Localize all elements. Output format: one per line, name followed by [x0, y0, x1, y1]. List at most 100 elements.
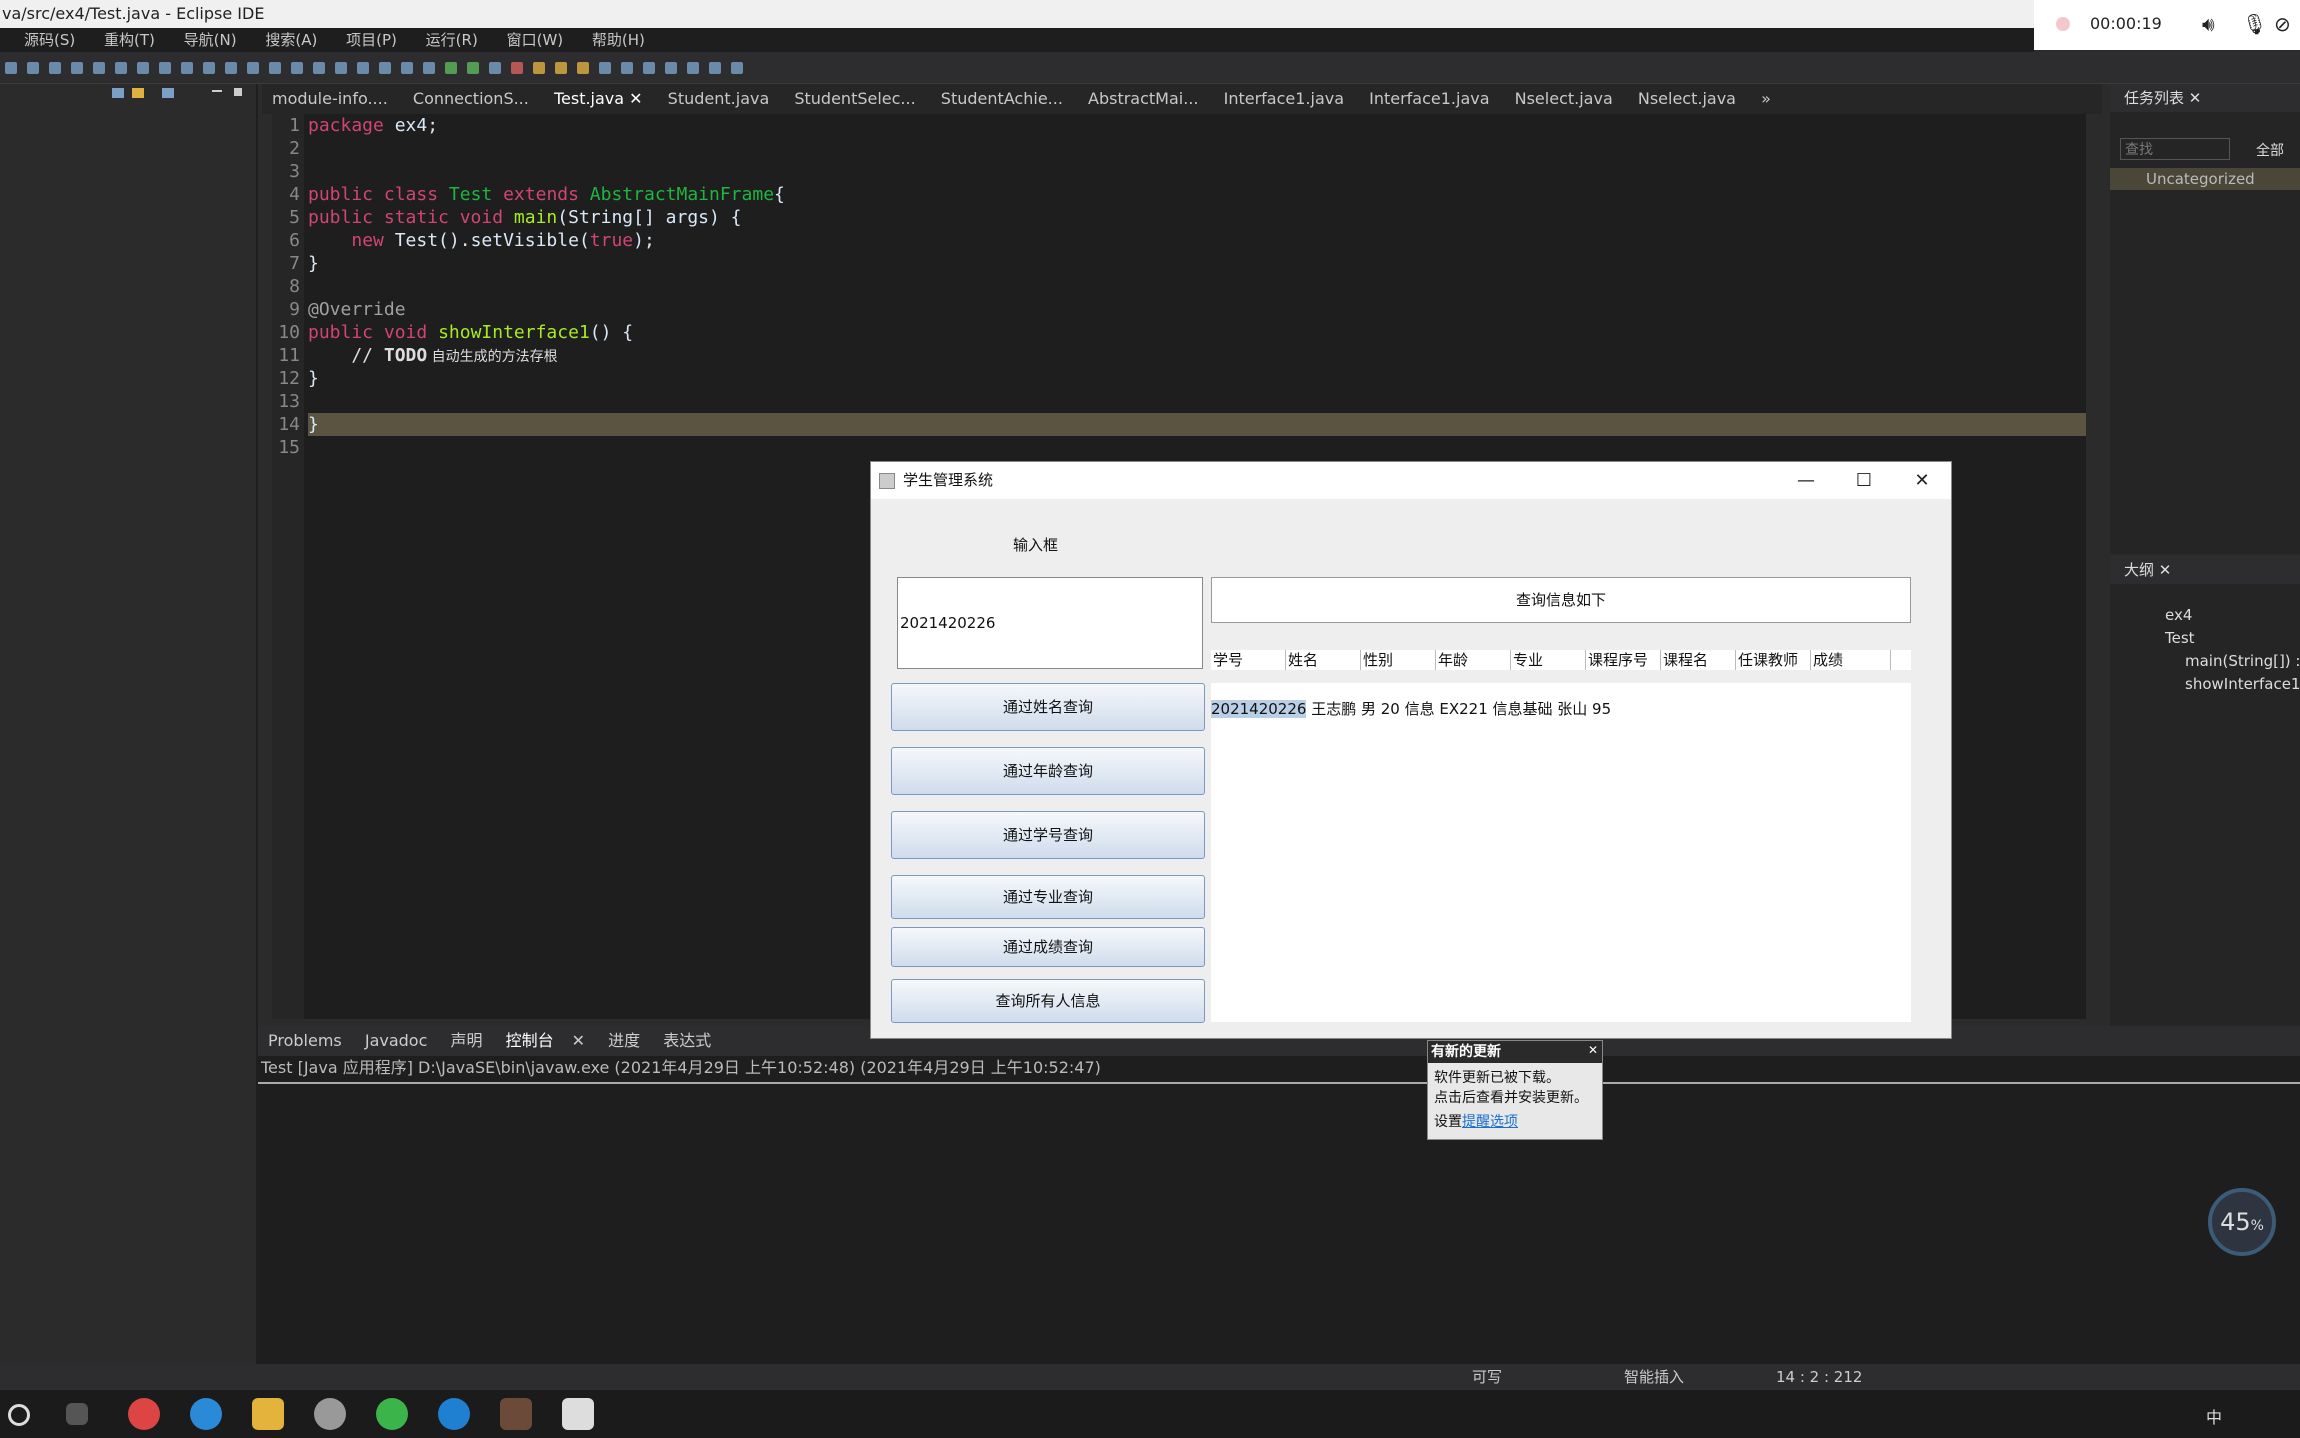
tab-student-achievement[interactable]: StudentAchie... [931, 84, 1073, 114]
app-title-bar[interactable]: 学生管理系统 — ☐ ✕ [871, 462, 1951, 499]
toolbar-icon[interactable] [291, 62, 303, 74]
tab-javadoc[interactable]: Javadoc [365, 1031, 428, 1050]
menu-navigate[interactable]: 导航(N) [184, 28, 237, 52]
tab-nselect-b[interactable]: Nselect.java [1628, 84, 1746, 114]
step-over-icon[interactable] [159, 62, 171, 74]
close-button[interactable]: ✕ [1893, 462, 1951, 499]
outline-item-method[interactable]: showInterface1( [2185, 675, 2300, 693]
close-icon[interactable]: ✕ [572, 1031, 585, 1050]
link-editor-icon[interactable] [132, 88, 144, 98]
edge-icon[interactable] [438, 1398, 470, 1430]
query-by-score-button[interactable]: 通过成绩查询 [891, 927, 1205, 967]
run-icon[interactable] [467, 62, 479, 74]
update-notification[interactable]: 有新的更新 ✕ 软件更新已被下载。 点击后查看并安装更新。 设置提醒选项 [1427, 1040, 1603, 1140]
result-text-area[interactable]: 2021420226 王志鹏 男 20 信息 EX221 信息基础 张山 95 [1211, 683, 1911, 1022]
menu-refactor[interactable]: 重构(T) [104, 28, 155, 52]
task-view-icon[interactable] [66, 1403, 88, 1425]
category-uncategorized[interactable]: Uncategorized [2110, 168, 2300, 190]
toolbar-icon[interactable] [423, 62, 435, 74]
minimize-panel-icon[interactable] [212, 90, 222, 92]
toolbar-icon[interactable] [247, 62, 259, 74]
menu-help[interactable]: 帮助(H) [592, 28, 645, 52]
toolbar-icon[interactable] [269, 62, 281, 74]
start-icon[interactable] [8, 1404, 30, 1426]
query-by-id-button[interactable]: 通过学号查询 [891, 811, 1205, 859]
outline-header[interactable]: 大纲 ✕ [2110, 556, 2300, 584]
performance-meter[interactable]: 45% [2208, 1188, 2276, 1256]
toolbar-icon[interactable] [27, 62, 39, 74]
close-tab-icon[interactable]: ✕ [629, 89, 642, 108]
query-all-button[interactable]: 查询所有人信息 [891, 979, 1205, 1023]
query-by-age-button[interactable]: 通过年龄查询 [891, 747, 1205, 795]
tab-test-java[interactable]: Test.java ✕ [543, 84, 653, 116]
query-by-name-button[interactable]: 通过姓名查询 [891, 683, 1205, 731]
back-icon[interactable] [687, 62, 699, 74]
result-header-button[interactable]: 查询信息如下 [1211, 577, 1911, 623]
toolbar-icon[interactable] [599, 62, 611, 74]
mute-icon[interactable]: ⊘ [2274, 12, 2291, 36]
tab-nselect-a[interactable]: Nselect.java [1505, 84, 1623, 114]
query-input-box[interactable]: 2021420226 [897, 577, 1203, 669]
outline-item-class[interactable]: Test [2165, 629, 2195, 647]
menu-window[interactable]: 窗口(W) [507, 28, 564, 52]
close-icon[interactable]: ✕ [1588, 1043, 1598, 1057]
maximize-button[interactable]: ☐ [1835, 462, 1893, 499]
microphone-icon[interactable]: 🎙︎ [2242, 12, 2267, 36]
reminder-options-link[interactable]: 提醒选项 [1462, 1114, 1518, 1130]
settings-icon[interactable] [314, 1398, 346, 1430]
toolbar-icon[interactable] [621, 62, 633, 74]
toolbar-icon[interactable] [577, 62, 589, 74]
tab-expressions[interactable]: 表达式 [663, 1031, 711, 1050]
outline-item-method[interactable]: main(String[]) : v [2185, 652, 2300, 670]
tab-student-select[interactable]: StudentSelec... [784, 84, 925, 114]
toolbar-icon[interactable] [401, 62, 413, 74]
toolbar-icon[interactable] [511, 62, 523, 74]
tab-connection[interactable]: ConnectionS... [403, 84, 539, 114]
chrome-icon[interactable] [128, 1398, 160, 1430]
open-folder-icon[interactable] [555, 62, 567, 74]
toolbar-icon[interactable] [379, 62, 391, 74]
toolbar-icon[interactable] [5, 62, 17, 74]
contact-avatar-icon[interactable] [500, 1398, 532, 1430]
debug-icon[interactable] [445, 62, 457, 74]
minimize-button[interactable]: — [1777, 462, 1835, 499]
toolbar-icon[interactable] [643, 62, 655, 74]
toolbar-icon[interactable] [665, 62, 677, 74]
tab-problems[interactable]: Problems [268, 1031, 342, 1050]
tab-declaration[interactable]: 声明 [450, 1031, 482, 1050]
task-list-header[interactable]: 任务列表 ✕ [2110, 84, 2300, 112]
toolbar-icon[interactable] [335, 62, 347, 74]
tab-interface1-a[interactable]: Interface1.java [1214, 84, 1354, 114]
toolbar-icon[interactable] [731, 62, 743, 74]
task-search-input[interactable]: 查找 [2120, 138, 2230, 160]
toolbar-icon[interactable] [203, 62, 215, 74]
view-menu-icon[interactable] [162, 88, 174, 98]
menu-project[interactable]: 项目(P) [346, 28, 397, 52]
wechat-icon[interactable] [376, 1398, 408, 1430]
edge-icon[interactable] [190, 1398, 222, 1430]
outline-item-package[interactable]: ex4 [2165, 606, 2192, 624]
resume-icon[interactable] [71, 62, 83, 74]
record-icon[interactable] [2056, 17, 2070, 31]
terminate-icon[interactable] [115, 62, 127, 74]
menu-source[interactable]: 源码(S) [24, 28, 75, 52]
toolbar-icon[interactable] [49, 62, 61, 74]
open-type-icon[interactable] [533, 62, 545, 74]
tab-interface1-b[interactable]: Interface1.java [1359, 84, 1499, 114]
toolbar-icon[interactable] [225, 62, 237, 74]
maximize-panel-icon[interactable] [234, 88, 242, 96]
collapse-all-icon[interactable] [112, 88, 124, 98]
step-return-icon[interactable] [181, 62, 193, 74]
toolbar-icon[interactable] [489, 62, 501, 74]
more-tabs-button[interactable]: » [1751, 84, 1781, 114]
tab-progress[interactable]: 进度 [608, 1031, 640, 1050]
menu-search[interactable]: 搜索(A) [265, 28, 317, 52]
java-app-icon[interactable] [562, 1398, 594, 1430]
all-filter-link[interactable]: 全部 [2256, 140, 2284, 160]
tab-student[interactable]: Student.java [658, 84, 780, 114]
step-into-icon[interactable] [137, 62, 149, 74]
tab-console[interactable]: 控制台 [506, 1031, 554, 1050]
close-icon[interactable]: ✕ [2159, 561, 2172, 579]
forward-icon[interactable] [709, 62, 721, 74]
file-explorer-icon[interactable] [252, 1398, 284, 1430]
